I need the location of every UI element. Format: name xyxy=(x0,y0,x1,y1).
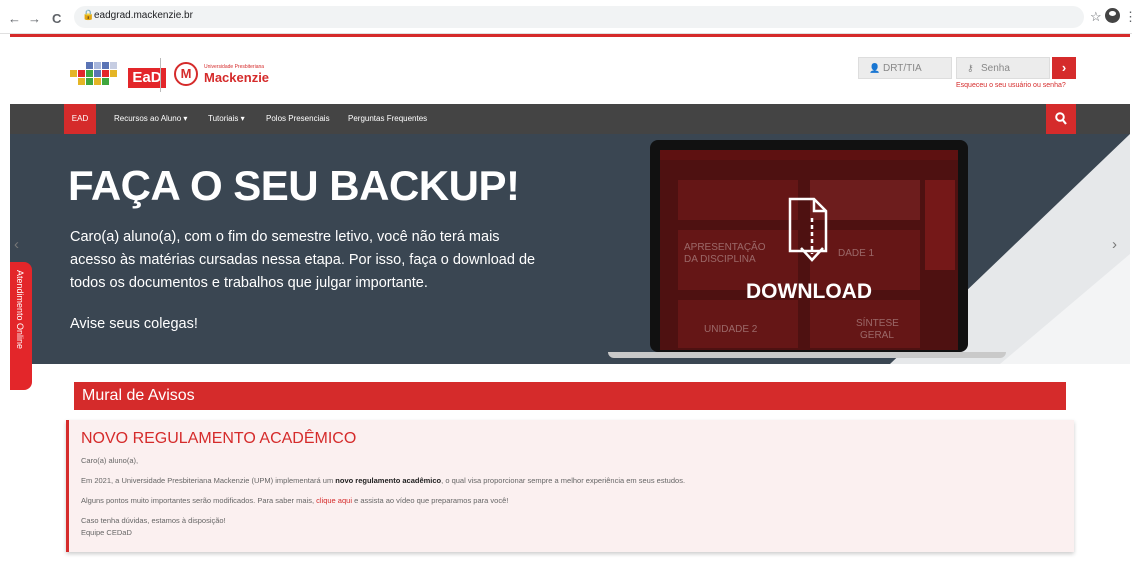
mural-header: Mural de Avisos xyxy=(74,382,1066,410)
search-icon xyxy=(1055,112,1067,125)
download-label: DOWNLOAD xyxy=(746,280,872,303)
mackenzie-name: Mackenzie xyxy=(204,70,270,85)
search-button[interactable] xyxy=(1046,104,1076,134)
screen-ghost-text: DADE 1 xyxy=(838,248,875,259)
forgot-password-link[interactable]: Esqueceu o seu usuário ou senha? xyxy=(956,82,1066,89)
atendimento-online-tab[interactable]: Atendimento Online xyxy=(10,262,32,390)
laptop-illustration: APRESENTAÇÃO DA DISCIPLINA DADE 1 UNIDAD… xyxy=(650,140,968,352)
mackenzie-seal-icon: M xyxy=(174,62,198,86)
key-icon: ⚷ xyxy=(967,63,974,73)
nav-item-polos[interactable]: Polos Presenciais xyxy=(266,104,330,134)
screen-ghost-text: DA DISCIPLINA xyxy=(684,254,756,265)
user-field[interactable]: 👤 DRT/TIA xyxy=(858,57,952,79)
account-avatar-icon[interactable] xyxy=(1105,8,1120,23)
screen-ghost-text: SÍNTESE xyxy=(856,318,899,329)
carousel-prev-icon[interactable]: ‹ xyxy=(14,236,19,253)
user-icon: 👤 xyxy=(869,63,881,73)
page: EaD M Universidade Presbiteriana Mackenz… xyxy=(0,34,1132,567)
password-placeholder: Senha xyxy=(981,63,1010,74)
main-nav: EAD Recursos ao Aluno ▾ Tutoriais ▾ Polo… xyxy=(10,104,1130,134)
url-text: eadgrad.mackenzie.br xyxy=(94,10,193,21)
forward-icon[interactable]: → xyxy=(28,11,41,26)
address-bar[interactable]: 🔒 eadgrad.mackenzie.br xyxy=(74,6,1084,28)
nav-item-ead[interactable]: EAD xyxy=(64,104,96,134)
clique-aqui-link[interactable]: clique aqui xyxy=(316,496,352,505)
nav-item-tutoriais[interactable]: Tutoriais ▾ xyxy=(208,104,245,134)
browser-toolbar: ← → C 🔒 eadgrad.mackenzie.br ☆ ⋮ xyxy=(0,0,1132,34)
notice-title: NOVO REGULAMENTO ACADÊMICO xyxy=(81,430,357,447)
laptop-base xyxy=(608,352,1006,358)
hero-banner[interactable]: FAÇA O SEU BACKUP! Caro(a) aluno(a), com… xyxy=(10,134,1130,364)
top-accent-line xyxy=(10,34,1130,37)
notice-paragraph-2: Alguns pontos muito importantes serão mo… xyxy=(81,496,509,505)
mural-title: Mural de Avisos xyxy=(82,387,195,404)
screen-ghost-text: GERAL xyxy=(860,330,894,341)
carousel-next-icon[interactable]: › xyxy=(1112,236,1117,253)
logo-divider xyxy=(160,58,161,92)
browser-menu-icon[interactable]: ⋮ xyxy=(1124,9,1132,25)
lock-icon: 🔒 xyxy=(82,10,95,21)
screen-ghost-text: UNIDADE 2 xyxy=(704,324,758,335)
back-icon[interactable]: ← xyxy=(8,11,21,26)
hero-title: FAÇA O SEU BACKUP! xyxy=(68,162,520,209)
hero-note: Avise seus colegas! xyxy=(70,316,198,332)
screen-ghost-text: APRESENTAÇÃO xyxy=(684,242,766,253)
notice-paragraph-1: Em 2021, a Universidade Presbiteriana Ma… xyxy=(81,476,686,485)
notice-card: NOVO REGULAMENTO ACADÊMICO Caro(a) aluno… xyxy=(66,420,1074,552)
login-submit-button[interactable]: › xyxy=(1052,57,1076,79)
notice-signature: Equipe CEDaD xyxy=(81,528,132,537)
password-field[interactable]: ⚷ Senha xyxy=(956,57,1050,79)
notice-paragraph-3: Caso tenha dúvidas, estamos à disposição… xyxy=(81,516,226,525)
document-download-icon xyxy=(788,197,828,262)
mural-de-avisos: Mural de Avisos NOVO REGULAMENTO ACADÊMI… xyxy=(66,376,1074,556)
user-placeholder: DRT/TIA xyxy=(883,63,922,74)
notice-greeting: Caro(a) aluno(a), xyxy=(81,456,139,465)
hero-body-text: Caro(a) aluno(a), com o fim do semestre … xyxy=(70,229,536,291)
nav-item-recursos[interactable]: Recursos ao Aluno ▾ xyxy=(114,104,187,134)
atendimento-online-label: Atendimento Online xyxy=(15,270,25,350)
nav-item-perguntas[interactable]: Perguntas Frequentes xyxy=(348,104,427,134)
ead-logo-mosaic xyxy=(70,62,117,85)
bookmark-star-icon[interactable]: ☆ xyxy=(1090,9,1102,25)
reload-icon[interactable]: C xyxy=(52,11,61,26)
